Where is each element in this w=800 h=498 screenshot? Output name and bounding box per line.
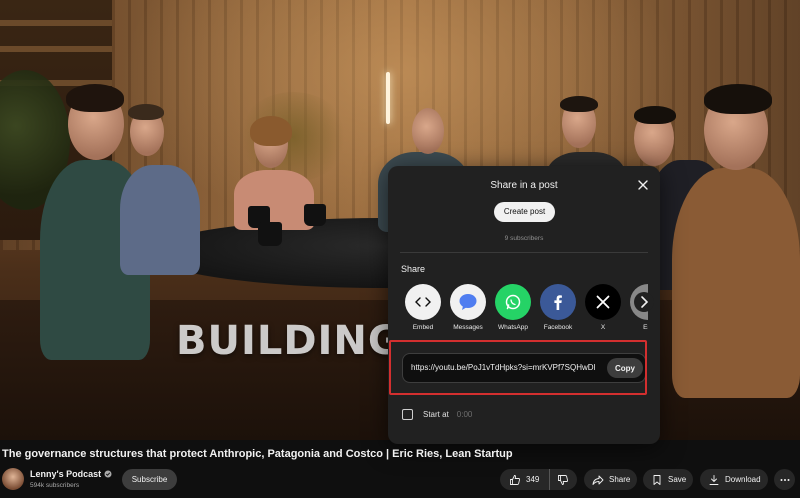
- more-actions-button[interactable]: [774, 469, 795, 490]
- share-option-label: X: [600, 324, 606, 331]
- share-option-facebook[interactable]: Facebook: [538, 284, 578, 331]
- download-icon: [709, 474, 719, 485]
- share-option-label: Facebook: [543, 324, 573, 331]
- share-option-label: WhatsApp: [498, 324, 528, 331]
- facebook-icon: [554, 295, 562, 310]
- channel-avatar[interactable]: [2, 468, 24, 490]
- dislike-button[interactable]: [550, 469, 576, 490]
- divider: [400, 252, 648, 253]
- share-button[interactable]: Share: [584, 469, 637, 490]
- channel-name-wrap[interactable]: Lenny's Podcast: [30, 469, 112, 479]
- subscribers-count: 9 subscribers: [504, 235, 544, 242]
- share-heading: Share: [401, 264, 426, 274]
- close-icon: [638, 180, 648, 190]
- url-highlight-box: [389, 340, 647, 395]
- subscribe-button[interactable]: Subscribe: [122, 469, 177, 490]
- save-label: Save: [668, 475, 687, 484]
- share-option-x[interactable]: X: [583, 284, 623, 331]
- like-dislike-group: 349: [500, 469, 577, 490]
- share-option-label: Embed: [412, 324, 434, 331]
- lamp-light: [386, 72, 390, 124]
- channel-name: Lenny's Podcast: [30, 469, 102, 479]
- thumbs-up-icon: [510, 474, 521, 485]
- like-button[interactable]: 349: [500, 469, 550, 490]
- whatsapp-icon: [505, 294, 521, 310]
- share-option-embed[interactable]: Embed: [403, 284, 443, 331]
- start-at-label: Start at: [423, 410, 449, 419]
- verified-icon: [104, 470, 112, 478]
- mug: [258, 222, 282, 246]
- mug: [304, 204, 326, 226]
- messages-icon: [459, 294, 477, 310]
- share-label: Share: [609, 475, 631, 484]
- embed-icon: [415, 297, 431, 307]
- share-option-messages[interactable]: Messages: [448, 284, 488, 331]
- share-option-label: Messages: [453, 324, 483, 331]
- chevron-right-icon: [634, 292, 654, 312]
- close-button[interactable]: [634, 176, 652, 194]
- start-at-time: 0:00: [456, 410, 473, 419]
- bookmark-icon: [653, 474, 661, 485]
- video-title: The governance structures that protect A…: [2, 448, 513, 460]
- share-option-label: Em: [643, 324, 648, 331]
- create-post-button[interactable]: Create post: [494, 202, 555, 222]
- save-button[interactable]: Save: [643, 469, 693, 490]
- share-arrow-icon: [592, 475, 604, 485]
- channel-subscribers: 594k subscribers: [30, 482, 80, 489]
- share-next-arrow[interactable]: [633, 287, 655, 317]
- like-count: 349: [526, 475, 540, 484]
- download-label: Download: [725, 475, 761, 484]
- share-dialog: Share in a post Create post 9 subscriber…: [388, 166, 660, 444]
- x-icon: [596, 295, 610, 309]
- start-at-row: Start at 0:00: [402, 409, 472, 420]
- download-button[interactable]: Download: [700, 469, 768, 490]
- more-horizontal-icon: [780, 478, 789, 481]
- channel-row: Lenny's Podcast 594k subscribers Subscri…: [0, 466, 800, 496]
- share-dialog-title: Share in a post: [490, 180, 558, 191]
- thumbs-down-icon: [558, 474, 569, 485]
- youtube-watch-page: BUILDING A Share in a post Create post 9…: [0, 0, 800, 498]
- share-option-whatsapp[interactable]: WhatsApp: [493, 284, 533, 331]
- start-at-checkbox[interactable]: [402, 409, 413, 420]
- share-options-row: Embed Messages WhatsApp Facebook X E: [403, 284, 648, 336]
